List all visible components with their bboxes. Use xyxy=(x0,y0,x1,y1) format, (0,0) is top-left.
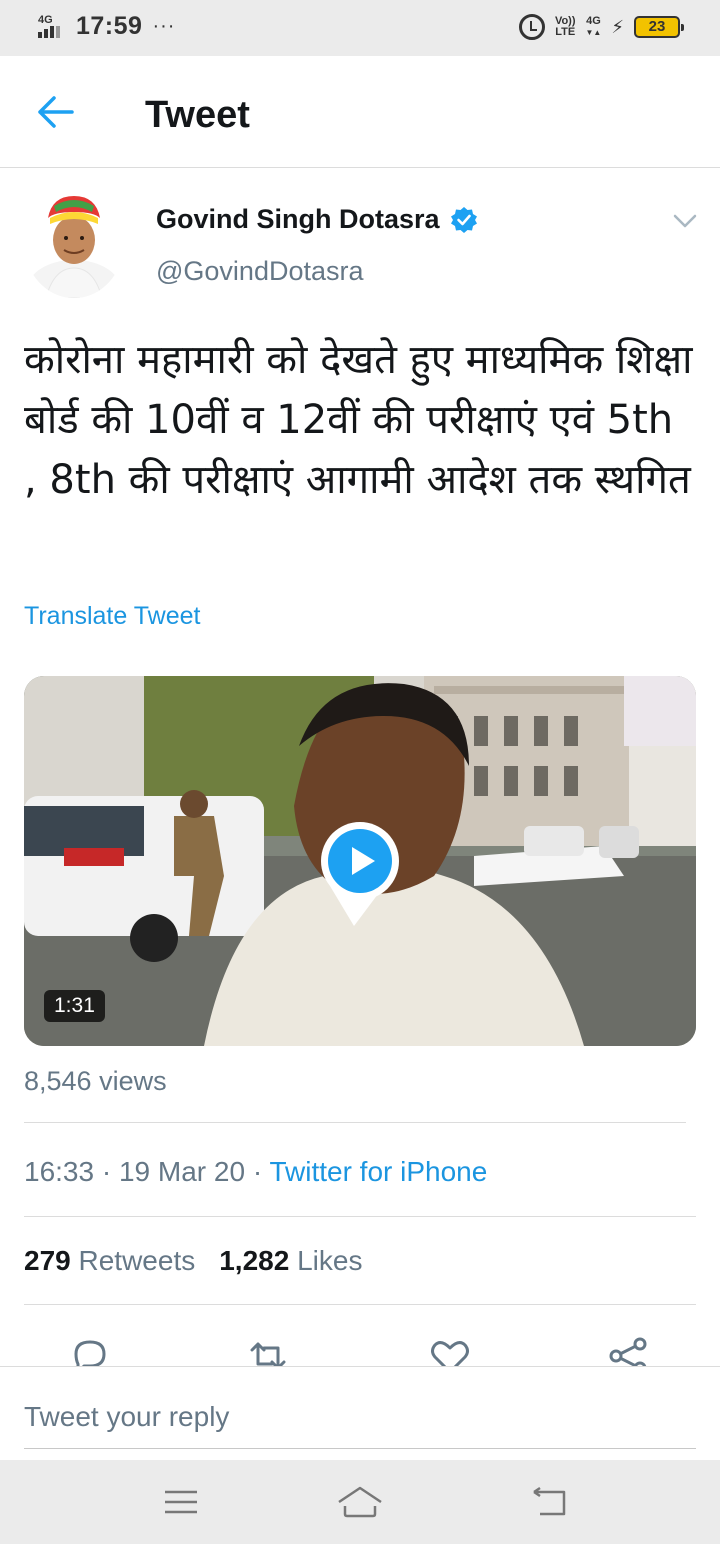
play-icon[interactable] xyxy=(321,822,399,900)
system-nav-bar xyxy=(0,1460,720,1544)
charging-icon: ⚡ xyxy=(611,16,624,37)
retweets-stat[interactable]: 279 Retweets xyxy=(24,1245,195,1277)
author-name-row[interactable]: Govind Singh Dotasra xyxy=(156,204,478,235)
translate-tweet-link[interactable]: Translate Tweet xyxy=(24,602,200,631)
status-left: 4G 17:59 ··· xyxy=(38,12,175,41)
retweet-icon[interactable] xyxy=(246,1336,290,1366)
tweet-time: 16:33 xyxy=(24,1156,95,1187)
reply-input[interactable] xyxy=(24,1385,696,1449)
back-arrow-icon[interactable] xyxy=(36,94,76,130)
tweet-text: कोरोना महामारी को देखते हुए माध्यमिक शिक… xyxy=(24,337,693,503)
reply-bar xyxy=(0,1366,720,1460)
battery-icon: 23 xyxy=(634,16,684,38)
like-icon[interactable] xyxy=(428,1336,472,1366)
chevron-down-icon[interactable] xyxy=(672,210,698,232)
app-header: Tweet xyxy=(0,56,720,168)
volte-icon: Vo)) LTE xyxy=(555,16,576,38)
notification-dots: ··· xyxy=(152,15,176,37)
tweet-stats: 279 Retweets 1,282 Likes xyxy=(24,1245,362,1277)
divider xyxy=(24,1304,696,1305)
verified-badge-icon xyxy=(450,206,477,233)
divider xyxy=(24,1122,686,1123)
likes-count: 1,282 xyxy=(219,1245,290,1276)
status-right: Vo)) LTE 4G ▼▲ ⚡ 23 xyxy=(518,14,684,40)
back-icon[interactable] xyxy=(524,1482,574,1522)
reply-icon[interactable] xyxy=(68,1336,112,1366)
alarm-icon xyxy=(518,14,545,40)
data-top: 4G xyxy=(586,15,601,27)
menu-icon[interactable] xyxy=(156,1482,206,1522)
status-bar: 4G 17:59 ··· Vo)) LTE 4G ▼▲ ⚡ 23 xyxy=(0,0,720,56)
volte-bottom: LTE xyxy=(555,26,576,38)
video-player[interactable]: 1:31 xyxy=(24,676,696,1046)
tweet-client-link[interactable]: Twitter for iPhone xyxy=(269,1156,487,1187)
page-title: Tweet xyxy=(145,94,250,136)
tweet-actions xyxy=(0,1330,720,1366)
view-count: 8,546 views xyxy=(24,1066,167,1096)
author-name[interactable]: Govind Singh Dotasra xyxy=(156,204,440,235)
tweet-meta: 16:33 · 19 Mar 20 · Twitter for iPhone xyxy=(24,1156,487,1188)
status-time: 17:59 xyxy=(76,12,143,40)
network-type: 4G xyxy=(38,13,53,26)
data-icon: 4G ▼▲ xyxy=(586,16,602,38)
avatar[interactable] xyxy=(24,188,124,298)
share-icon[interactable] xyxy=(606,1336,650,1366)
tweet-date: 19 Mar 20 xyxy=(118,1156,246,1187)
likes-label: Likes xyxy=(297,1245,363,1276)
meta-separator: · xyxy=(101,1156,119,1187)
divider xyxy=(24,1216,696,1217)
retweets-label: Retweets xyxy=(78,1245,196,1276)
data-arrows: ▼▲ xyxy=(585,28,602,37)
meta-separator: · xyxy=(252,1156,270,1187)
likes-stat[interactable]: 1,282 Likes xyxy=(219,1245,362,1277)
signal-icon: 4G xyxy=(38,14,68,40)
home-icon[interactable] xyxy=(335,1482,385,1522)
video-duration: 1:31 xyxy=(44,990,105,1022)
retweets-count: 279 xyxy=(24,1245,71,1276)
author-handle[interactable]: @GovindDotasra xyxy=(156,256,364,287)
